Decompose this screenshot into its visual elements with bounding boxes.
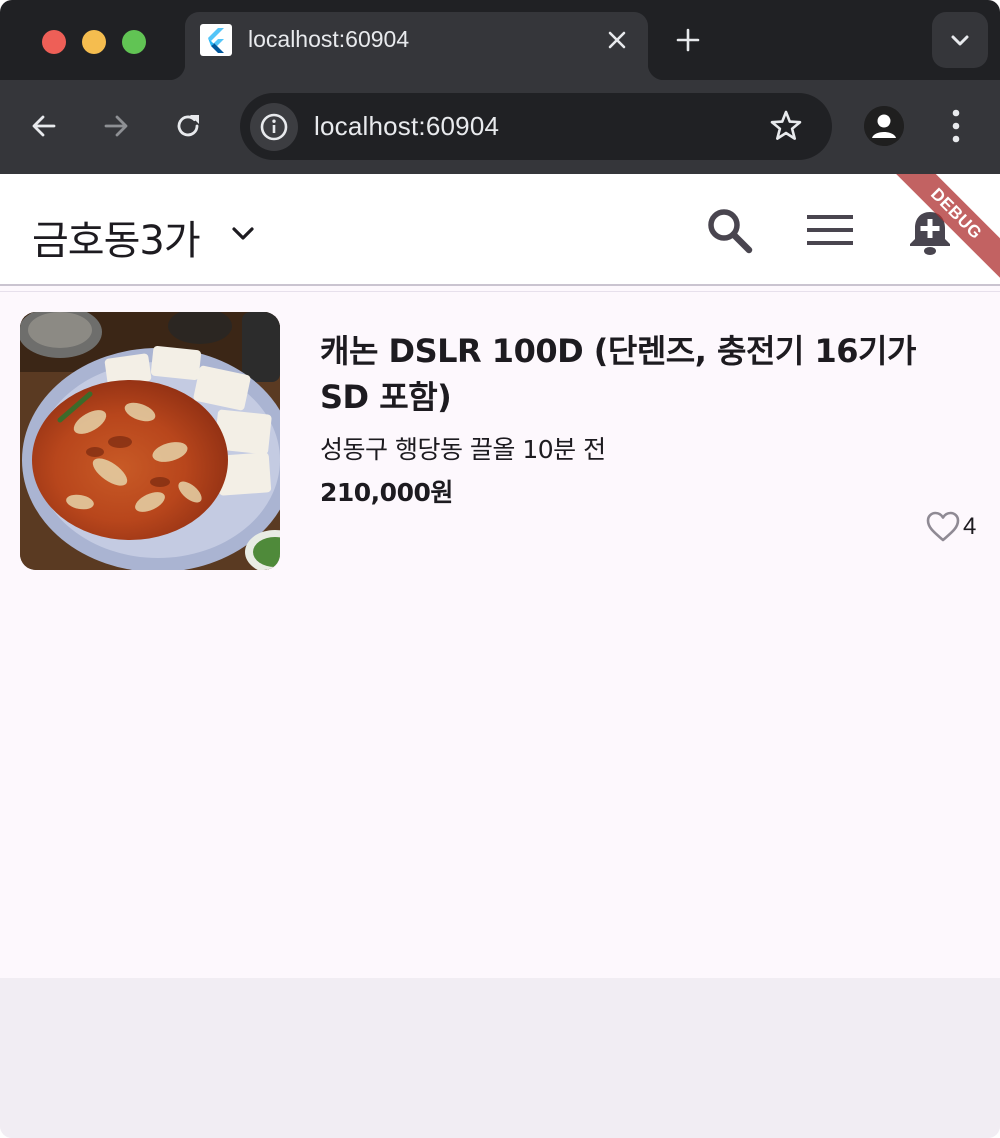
chevron-down-icon[interactable] — [228, 219, 258, 249]
app-bar: 금호동3가 — [0, 174, 1000, 292]
reload-icon[interactable] — [170, 108, 206, 144]
url-text: localhost:60904 — [314, 111, 500, 141]
close-window-button[interactable] — [42, 30, 66, 54]
browser-tab[interactable]: localhost:60904 — [169, 12, 664, 80]
item-title: 캐논 DSLR 100D (단렌즈, 충전기 16기가 SD 포함) — [320, 332, 916, 416]
location-selector[interactable]: 금호동3가 — [32, 208, 201, 266]
star-icon[interactable] — [768, 108, 804, 144]
heart-outline-icon[interactable] — [925, 510, 961, 544]
info-icon[interactable] — [250, 103, 298, 151]
browser-toolbar: localhost:60904 — [0, 80, 1000, 174]
plus-icon[interactable] — [672, 24, 704, 56]
browser-window: localhost:60904 localhost:60904 금호동3가 DE… — [0, 0, 1000, 1138]
profile-icon[interactable] — [864, 106, 904, 146]
chevron-down-icon — [951, 35, 969, 46]
bottom-empty-area — [0, 978, 1000, 1138]
search-icon[interactable] — [703, 204, 755, 256]
product-thumbnail[interactable] — [20, 312, 280, 570]
address-bar[interactable]: localhost:60904 — [240, 93, 832, 160]
tab-title: localhost:60904 — [248, 26, 410, 52]
flutter-favicon-icon — [200, 24, 232, 56]
list-item[interactable]: 캐논 DSLR 100D (단렌즈, 충전기 16기가 SD 포함) 성동구 행… — [0, 292, 1000, 592]
kebab-menu-icon[interactable] — [938, 106, 974, 146]
hamburger-menu-icon[interactable] — [803, 204, 857, 256]
tab-bar: localhost:60904 — [0, 0, 1000, 80]
app-bar-divider — [0, 284, 1000, 286]
forward-arrow-icon[interactable] — [98, 108, 134, 144]
app-viewport: 금호동3가 DEBUG 캐논 DSLR 100D (단렌즈, 충전기 16기가 … — [0, 174, 1000, 978]
back-arrow-icon[interactable] — [26, 108, 62, 144]
tab-search-button[interactable] — [932, 12, 988, 68]
item-location-time: 성동구 행당동 끌올 10분 전 — [320, 435, 606, 464]
close-icon[interactable] — [604, 27, 630, 53]
item-price: 210,000원 — [320, 478, 453, 507]
maximize-window-button[interactable] — [122, 30, 146, 54]
minimize-window-button[interactable] — [82, 30, 106, 54]
like-count: 4 — [963, 513, 977, 540]
